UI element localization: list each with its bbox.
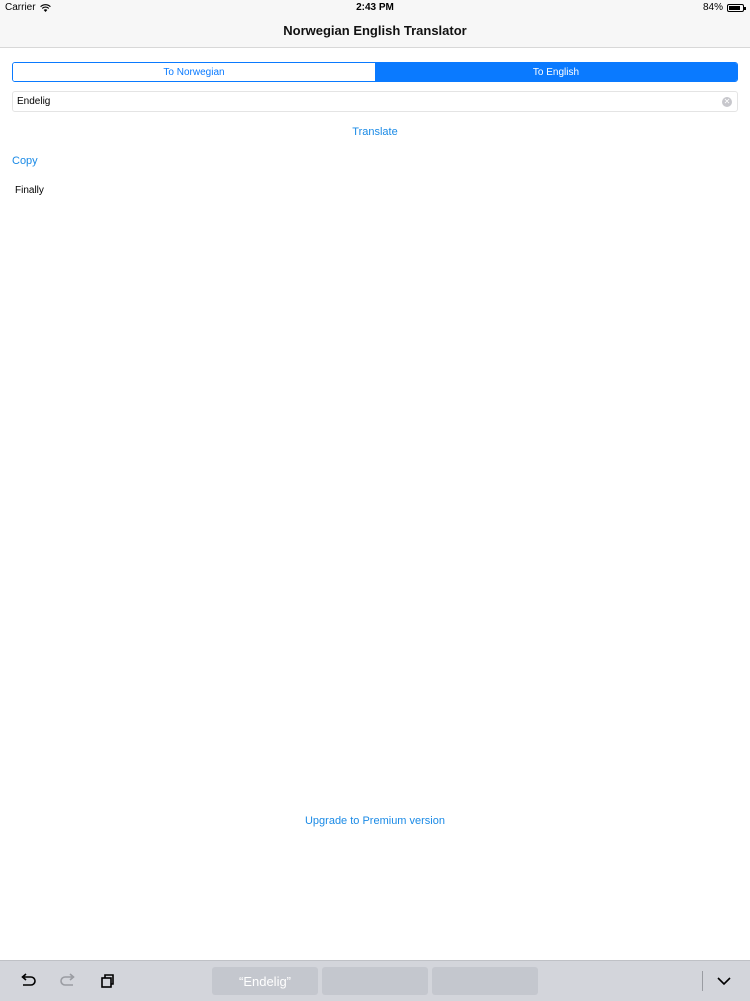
hide-keyboard-icon[interactable]	[714, 971, 734, 991]
navigation-bar: Norwegian English Translator	[0, 16, 750, 48]
translate-button[interactable]: Translate	[0, 126, 750, 138]
segment-to-english[interactable]: To English	[375, 63, 737, 81]
paste-icon[interactable]	[97, 971, 117, 991]
page-title: Norwegian English Translator	[283, 23, 467, 38]
clear-text-icon[interactable]: ✕	[722, 97, 732, 107]
keyboard-divider	[702, 971, 703, 991]
battery-info: 84%	[702, 2, 746, 13]
battery-percent: 84%	[702, 2, 723, 13]
suggestion-1[interactable]: “Endelig”	[212, 967, 318, 995]
copy-button[interactable]: Copy	[12, 155, 38, 167]
search-field: ✕	[12, 91, 738, 112]
search-input[interactable]	[17, 93, 707, 110]
battery-icon	[727, 3, 746, 12]
direction-segmented-control: To Norwegian To English	[12, 62, 738, 82]
upgrade-premium-link[interactable]: Upgrade to Premium version	[0, 815, 750, 827]
undo-icon[interactable]	[18, 971, 38, 991]
status-time: 2:43 PM	[356, 2, 394, 13]
segment-to-norwegian[interactable]: To Norwegian	[13, 63, 375, 81]
status-bar: Carrier 2:43 PM 84%	[0, 0, 750, 16]
suggestion-2[interactable]	[322, 967, 428, 995]
keyboard-shortcut-bar: “Endelig”	[0, 960, 750, 1001]
suggestion-3[interactable]	[432, 967, 538, 995]
redo-icon[interactable]	[58, 971, 78, 991]
translation-result: Finally	[15, 185, 44, 196]
